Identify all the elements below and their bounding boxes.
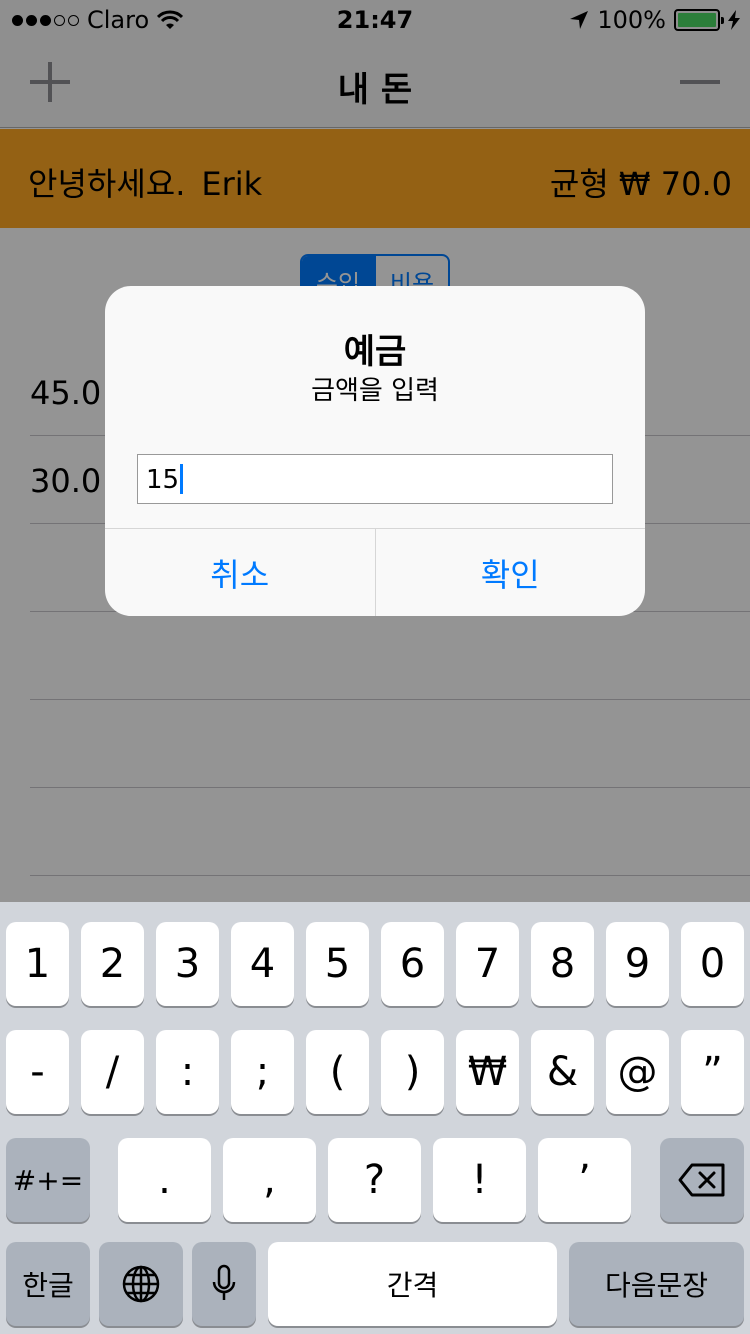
return-key[interactable]: 다음문장 — [569, 1242, 744, 1326]
key[interactable]: 3 — [156, 922, 219, 1006]
microphone-icon — [212, 1264, 236, 1300]
symbols-key[interactable]: #+= — [6, 1138, 90, 1222]
key[interactable]: 0 — [681, 922, 744, 1006]
amount-input-value: 15 — [146, 465, 180, 495]
key[interactable]: 8 — [531, 922, 594, 1006]
key[interactable]: : — [156, 1030, 219, 1114]
key[interactable]: ₩ — [456, 1030, 519, 1114]
amount-input[interactable]: 15 — [137, 454, 613, 504]
key[interactable]: 1 — [6, 922, 69, 1006]
space-key[interactable]: 간격 — [268, 1242, 557, 1326]
key[interactable]: ? — [328, 1138, 421, 1222]
key[interactable]: ! — [433, 1138, 526, 1222]
globe-key[interactable] — [99, 1242, 183, 1326]
key[interactable]: 2 — [81, 922, 144, 1006]
key[interactable]: 5 — [306, 922, 369, 1006]
key[interactable]: ) — [381, 1030, 444, 1114]
key[interactable]: 7 — [456, 922, 519, 1006]
key[interactable]: 9 — [606, 922, 669, 1006]
key[interactable]: . — [118, 1138, 211, 1222]
key[interactable]: 4 — [231, 922, 294, 1006]
deposit-alert-dialog: 예금 금액을 입력 15 취소 확인 — [105, 286, 645, 616]
key[interactable]: 6 — [381, 922, 444, 1006]
key[interactable]: ” — [681, 1030, 744, 1114]
key[interactable]: ( — [306, 1030, 369, 1114]
text-caret — [180, 464, 184, 494]
key[interactable]: ’ — [538, 1138, 631, 1222]
key[interactable]: - — [6, 1030, 69, 1114]
key[interactable]: & — [531, 1030, 594, 1114]
key[interactable]: ; — [231, 1030, 294, 1114]
backspace-icon — [678, 1163, 725, 1197]
globe-icon — [122, 1265, 160, 1303]
alert-title: 예금 — [343, 332, 407, 372]
keyboard: 1 2 3 4 5 6 7 8 9 0 - / : ; ( ) ₩ & @ ” … — [0, 902, 750, 1334]
backspace-key[interactable] — [660, 1138, 744, 1222]
confirm-button[interactable]: 확인 — [374, 529, 646, 616]
key[interactable]: @ — [606, 1030, 669, 1114]
alert-buttons: 취소 확인 — [105, 528, 645, 616]
cancel-button[interactable]: 취소 — [105, 529, 375, 616]
dictation-key[interactable] — [192, 1242, 256, 1326]
key[interactable]: , — [223, 1138, 316, 1222]
key[interactable]: / — [81, 1030, 144, 1114]
alert-message: 금액을 입력 — [311, 376, 439, 406]
language-key[interactable]: 한글 — [6, 1242, 90, 1326]
